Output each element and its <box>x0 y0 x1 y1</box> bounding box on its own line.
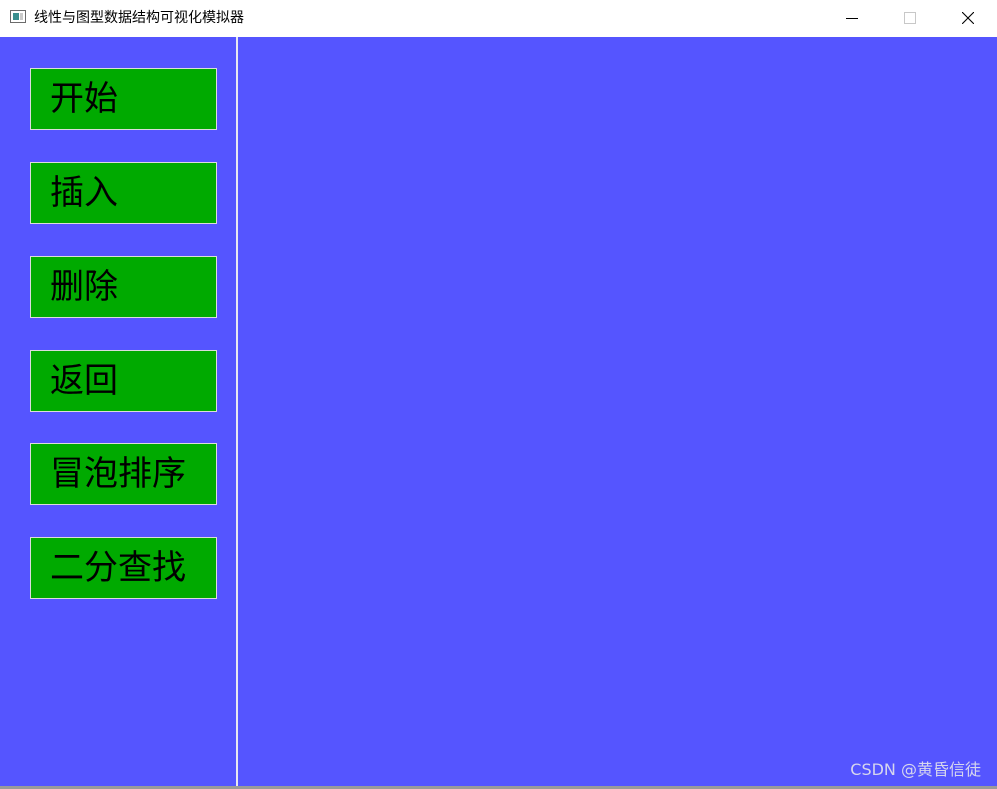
app-window: 线性与图型数据结构可视化模拟器 开始 插入 删除 返回 冒泡排序 二分查找 CS… <box>0 0 997 789</box>
window-title: 线性与图型数据结构可视化模拟器 <box>34 10 244 26</box>
app-icon-pane <box>13 13 19 20</box>
minimize-icon <box>846 18 858 19</box>
delete-button[interactable]: 删除 <box>30 256 217 318</box>
watermark: CSDN @黄昏信徒 <box>850 760 981 779</box>
close-button[interactable] <box>939 0 997 37</box>
maximize-icon <box>904 12 916 24</box>
insert-button[interactable]: 插入 <box>30 162 217 224</box>
close-icon <box>962 12 974 24</box>
title-bar[interactable]: 线性与图型数据结构可视化模拟器 <box>0 0 997 37</box>
binary-search-button[interactable]: 二分查找 <box>30 537 217 599</box>
minimize-button[interactable] <box>823 0 881 37</box>
main-canvas[interactable]: 开始 插入 删除 返回 冒泡排序 二分查找 CSDN @黄昏信徒 <box>0 37 997 786</box>
start-button[interactable]: 开始 <box>30 68 217 130</box>
bubble-sort-button[interactable]: 冒泡排序 <box>30 443 217 505</box>
sidebar-divider <box>236 37 238 786</box>
back-button[interactable]: 返回 <box>30 350 217 412</box>
app-icon-pane-secondary <box>20 13 23 20</box>
maximize-button[interactable] <box>881 0 939 37</box>
app-window-icon[interactable] <box>10 10 26 23</box>
